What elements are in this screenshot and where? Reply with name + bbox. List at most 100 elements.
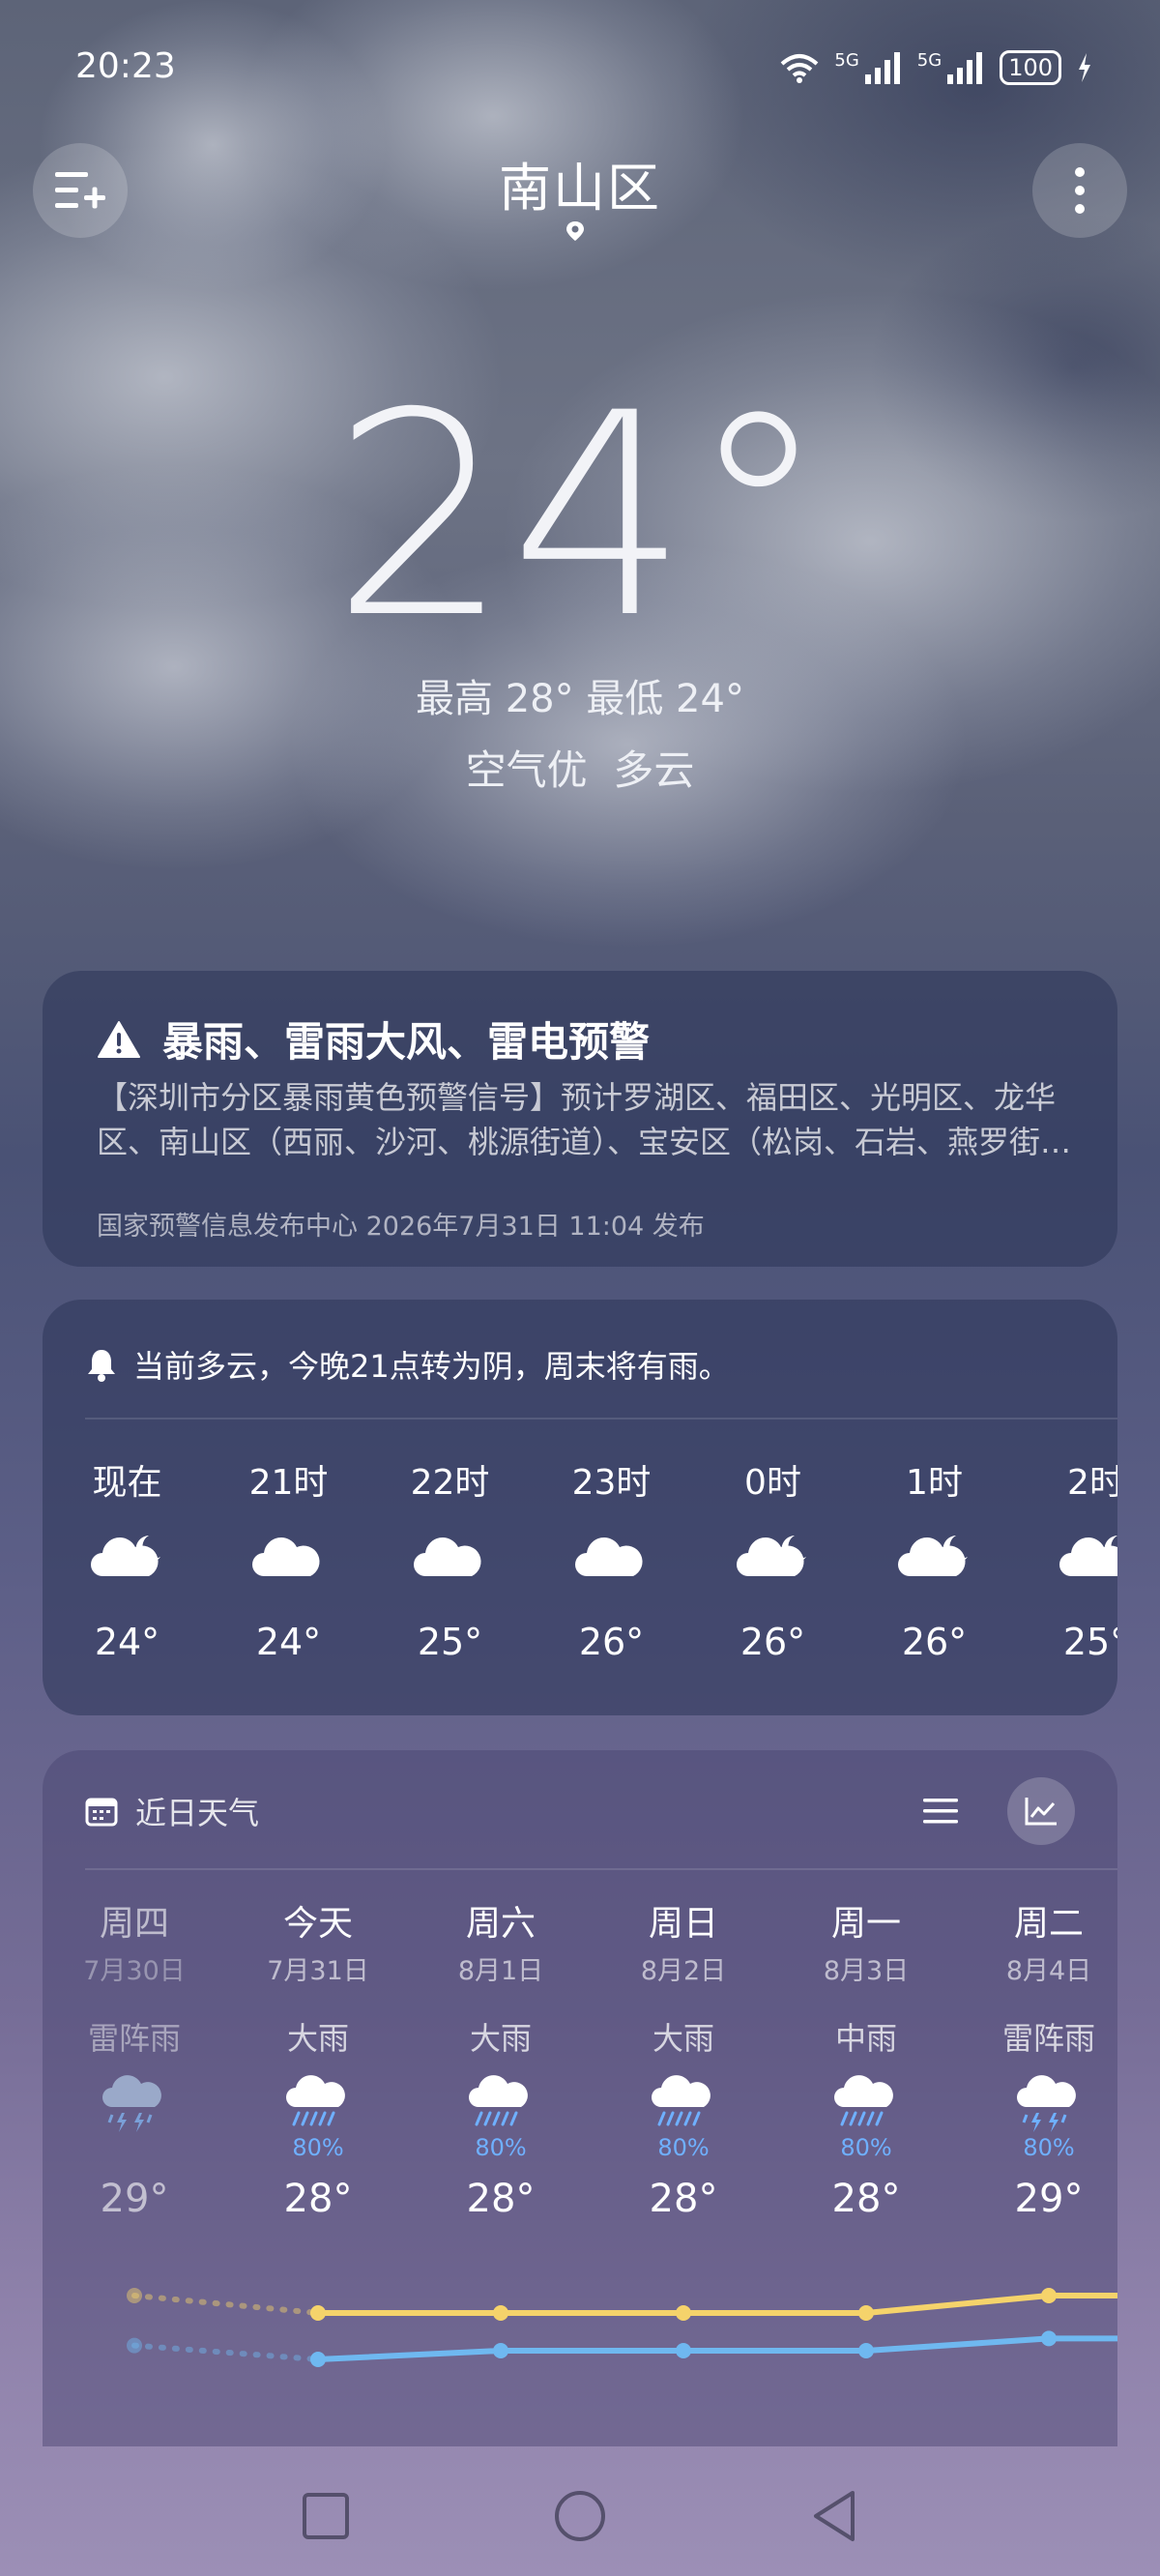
battery-level: 100 (1000, 50, 1061, 85)
hourly-item: 22时 25° (369, 1454, 531, 1663)
weather-alert-card[interactable]: 暴雨、雷雨大风、雷电预警 【深圳市分区暴雨黄色预警信号】预计罗湖区、福田区、光明… (43, 971, 1117, 1267)
back-button[interactable] (810, 2489, 858, 2543)
air-quality-condition: 空气优 多云 (465, 746, 695, 794)
line-chart-icon (1025, 1798, 1057, 1826)
daily-item: 周日 8月2日 大雨 80% 28° (592, 1895, 775, 2221)
list-icon (923, 1799, 958, 1824)
cloud-icon (574, 1537, 643, 1576)
hour-temp: 24° (255, 1621, 322, 1663)
calendar-icon (85, 1798, 118, 1827)
day-name: 周四 (99, 1904, 169, 1944)
day-icon-wrap (226, 2074, 410, 2142)
list-view-button[interactable] (907, 1777, 974, 1845)
cloud-moon-icon (90, 1536, 160, 1576)
hour-temp: 25° (417, 1621, 483, 1663)
hour-label: 23时 (571, 1463, 652, 1503)
daily-item: 周二 8月4日 雷阵雨 80% 29° (957, 1895, 1117, 2221)
hour-label: 22时 (410, 1463, 490, 1503)
hourly-item: 1时 26° (854, 1454, 1015, 1663)
home-button[interactable] (553, 2489, 607, 2543)
more-options-button[interactable] (1032, 143, 1127, 238)
daily-item: 今天 7月31日 大雨 80% 28° (226, 1895, 410, 2221)
chart-view-button[interactable] (1007, 1777, 1075, 1845)
day-date: 8月3日 (823, 1956, 910, 1986)
bell-icon (88, 1350, 115, 1382)
cloud-icon (413, 1537, 481, 1576)
cloud-moon-icon (897, 1536, 968, 1576)
day-date: 8月2日 (640, 1956, 727, 1986)
divider (85, 1868, 1117, 1870)
high-temp-line-point (676, 2305, 691, 2321)
hourly-item: 23时 26° (531, 1454, 692, 1663)
day-date: 8月4日 (1005, 1956, 1092, 1986)
current-temperature: 24° (331, 354, 828, 680)
status-time: 20:23 (75, 46, 176, 86)
daily-title-row: 近日天气 (85, 1789, 259, 1833)
daily-list[interactable]: 周四 7月30日 雷阵雨 29° 今天 7月31日 大雨 80% 28° 周六 8月1日 大雨 80% 2… (43, 1895, 1117, 2437)
rain-probability: 80% (840, 2134, 892, 2161)
day-condition: 大雨 (469, 2020, 532, 2057)
day-icon-wrap (43, 2074, 226, 2142)
heavy-rain-icon (286, 2075, 345, 2126)
hour-icon-wrap (46, 1530, 208, 1597)
hour-temp: 25° (1062, 1621, 1117, 1663)
hour-icon-wrap (854, 1530, 1015, 1597)
day-condition: 雷阵雨 (1001, 2020, 1095, 2057)
system-navigation-bar (0, 2456, 1160, 2576)
low-temp-line-point (127, 2337, 142, 2354)
high-temp-line (318, 2293, 1117, 2316)
day-date: 7月31日 (267, 1956, 369, 1986)
alert-title: 暴雨、雷雨大风、雷电预警 (162, 1018, 651, 1066)
hourly-list[interactable]: 现在 24° 21时 24° 22时 25° 23时 26° 0时 26° 1时 26° 2时 25° (43, 1454, 1117, 1706)
alert-title-row: 暴雨、雷雨大风、雷电预警 (97, 1010, 650, 1068)
hour-label: 1时 (906, 1463, 963, 1503)
high-temp-line-point (493, 2305, 508, 2321)
location-pin-icon (566, 221, 584, 241)
cloud-moon-icon (736, 1536, 806, 1576)
low-temp-line-point (858, 2343, 874, 2358)
hourly-item: 现在 24° (46, 1454, 208, 1663)
low-temp-line (317, 2335, 1117, 2362)
day-high-temp: 28° (831, 2177, 901, 2221)
high-temp-line-point (127, 2288, 142, 2303)
hour-label: 0时 (744, 1463, 801, 1503)
moderate-rain-icon (834, 2075, 893, 2126)
low-temp-line-point (493, 2343, 508, 2358)
daily-title: 近日天气 (135, 1795, 260, 1831)
high-temp-line-past (131, 2293, 321, 2316)
thunder-rain-icon (1017, 2075, 1076, 2132)
recents-button[interactable] (302, 2492, 350, 2540)
hour-temp: 26° (740, 1621, 806, 1663)
daily-view-toggle (907, 1777, 1075, 1845)
hour-temp: 26° (578, 1621, 645, 1663)
day-condition: 中雨 (834, 2020, 897, 2057)
status-icons: 5G 5G 100 (780, 50, 1092, 85)
day-name: 周日 (648, 1904, 718, 1944)
rain-probability: 80% (657, 2134, 710, 2161)
high-low-temperature: 最高 28° 最低 24° (416, 677, 744, 721)
hour-icon-wrap (531, 1530, 692, 1597)
charging-icon (1079, 53, 1090, 82)
rain-probability: 80% (475, 2134, 527, 2161)
low-temp-line-point (676, 2343, 691, 2358)
warning-icon (98, 1020, 140, 1058)
network-type-1: 5G (834, 50, 859, 71)
heavy-rain-icon (652, 2075, 710, 2126)
hour-icon-wrap (1015, 1530, 1117, 1597)
signal-icon-2 (945, 51, 984, 84)
alert-source: 国家预警信息发布中心 2026年7月31日 11:04 发布 (97, 1212, 705, 1242)
day-condition: 雷阵雨 (87, 2020, 181, 2057)
day-icon-wrap (409, 2074, 593, 2142)
cloud-moon-icon (1058, 1536, 1117, 1576)
day-name: 周一 (830, 1904, 901, 1944)
day-date: 8月1日 (457, 1956, 544, 1986)
city-name[interactable]: 南山区 (0, 145, 1160, 221)
hourly-forecast-card: 当前多云，今晚21点转为阴，周末将有雨。 现在 24° 21时 24° 22时 25° 23… (43, 1300, 1117, 1715)
hour-icon-wrap (369, 1530, 531, 1597)
daily-item: 周六 8月1日 大雨 80% 28° (409, 1895, 593, 2221)
divider (85, 1418, 1117, 1420)
heavy-rain-icon (469, 2075, 528, 2126)
day-high-temp: 28° (466, 2177, 536, 2221)
rain-probability: 80% (1023, 2134, 1075, 2161)
hour-label: 2时 (1067, 1463, 1117, 1503)
